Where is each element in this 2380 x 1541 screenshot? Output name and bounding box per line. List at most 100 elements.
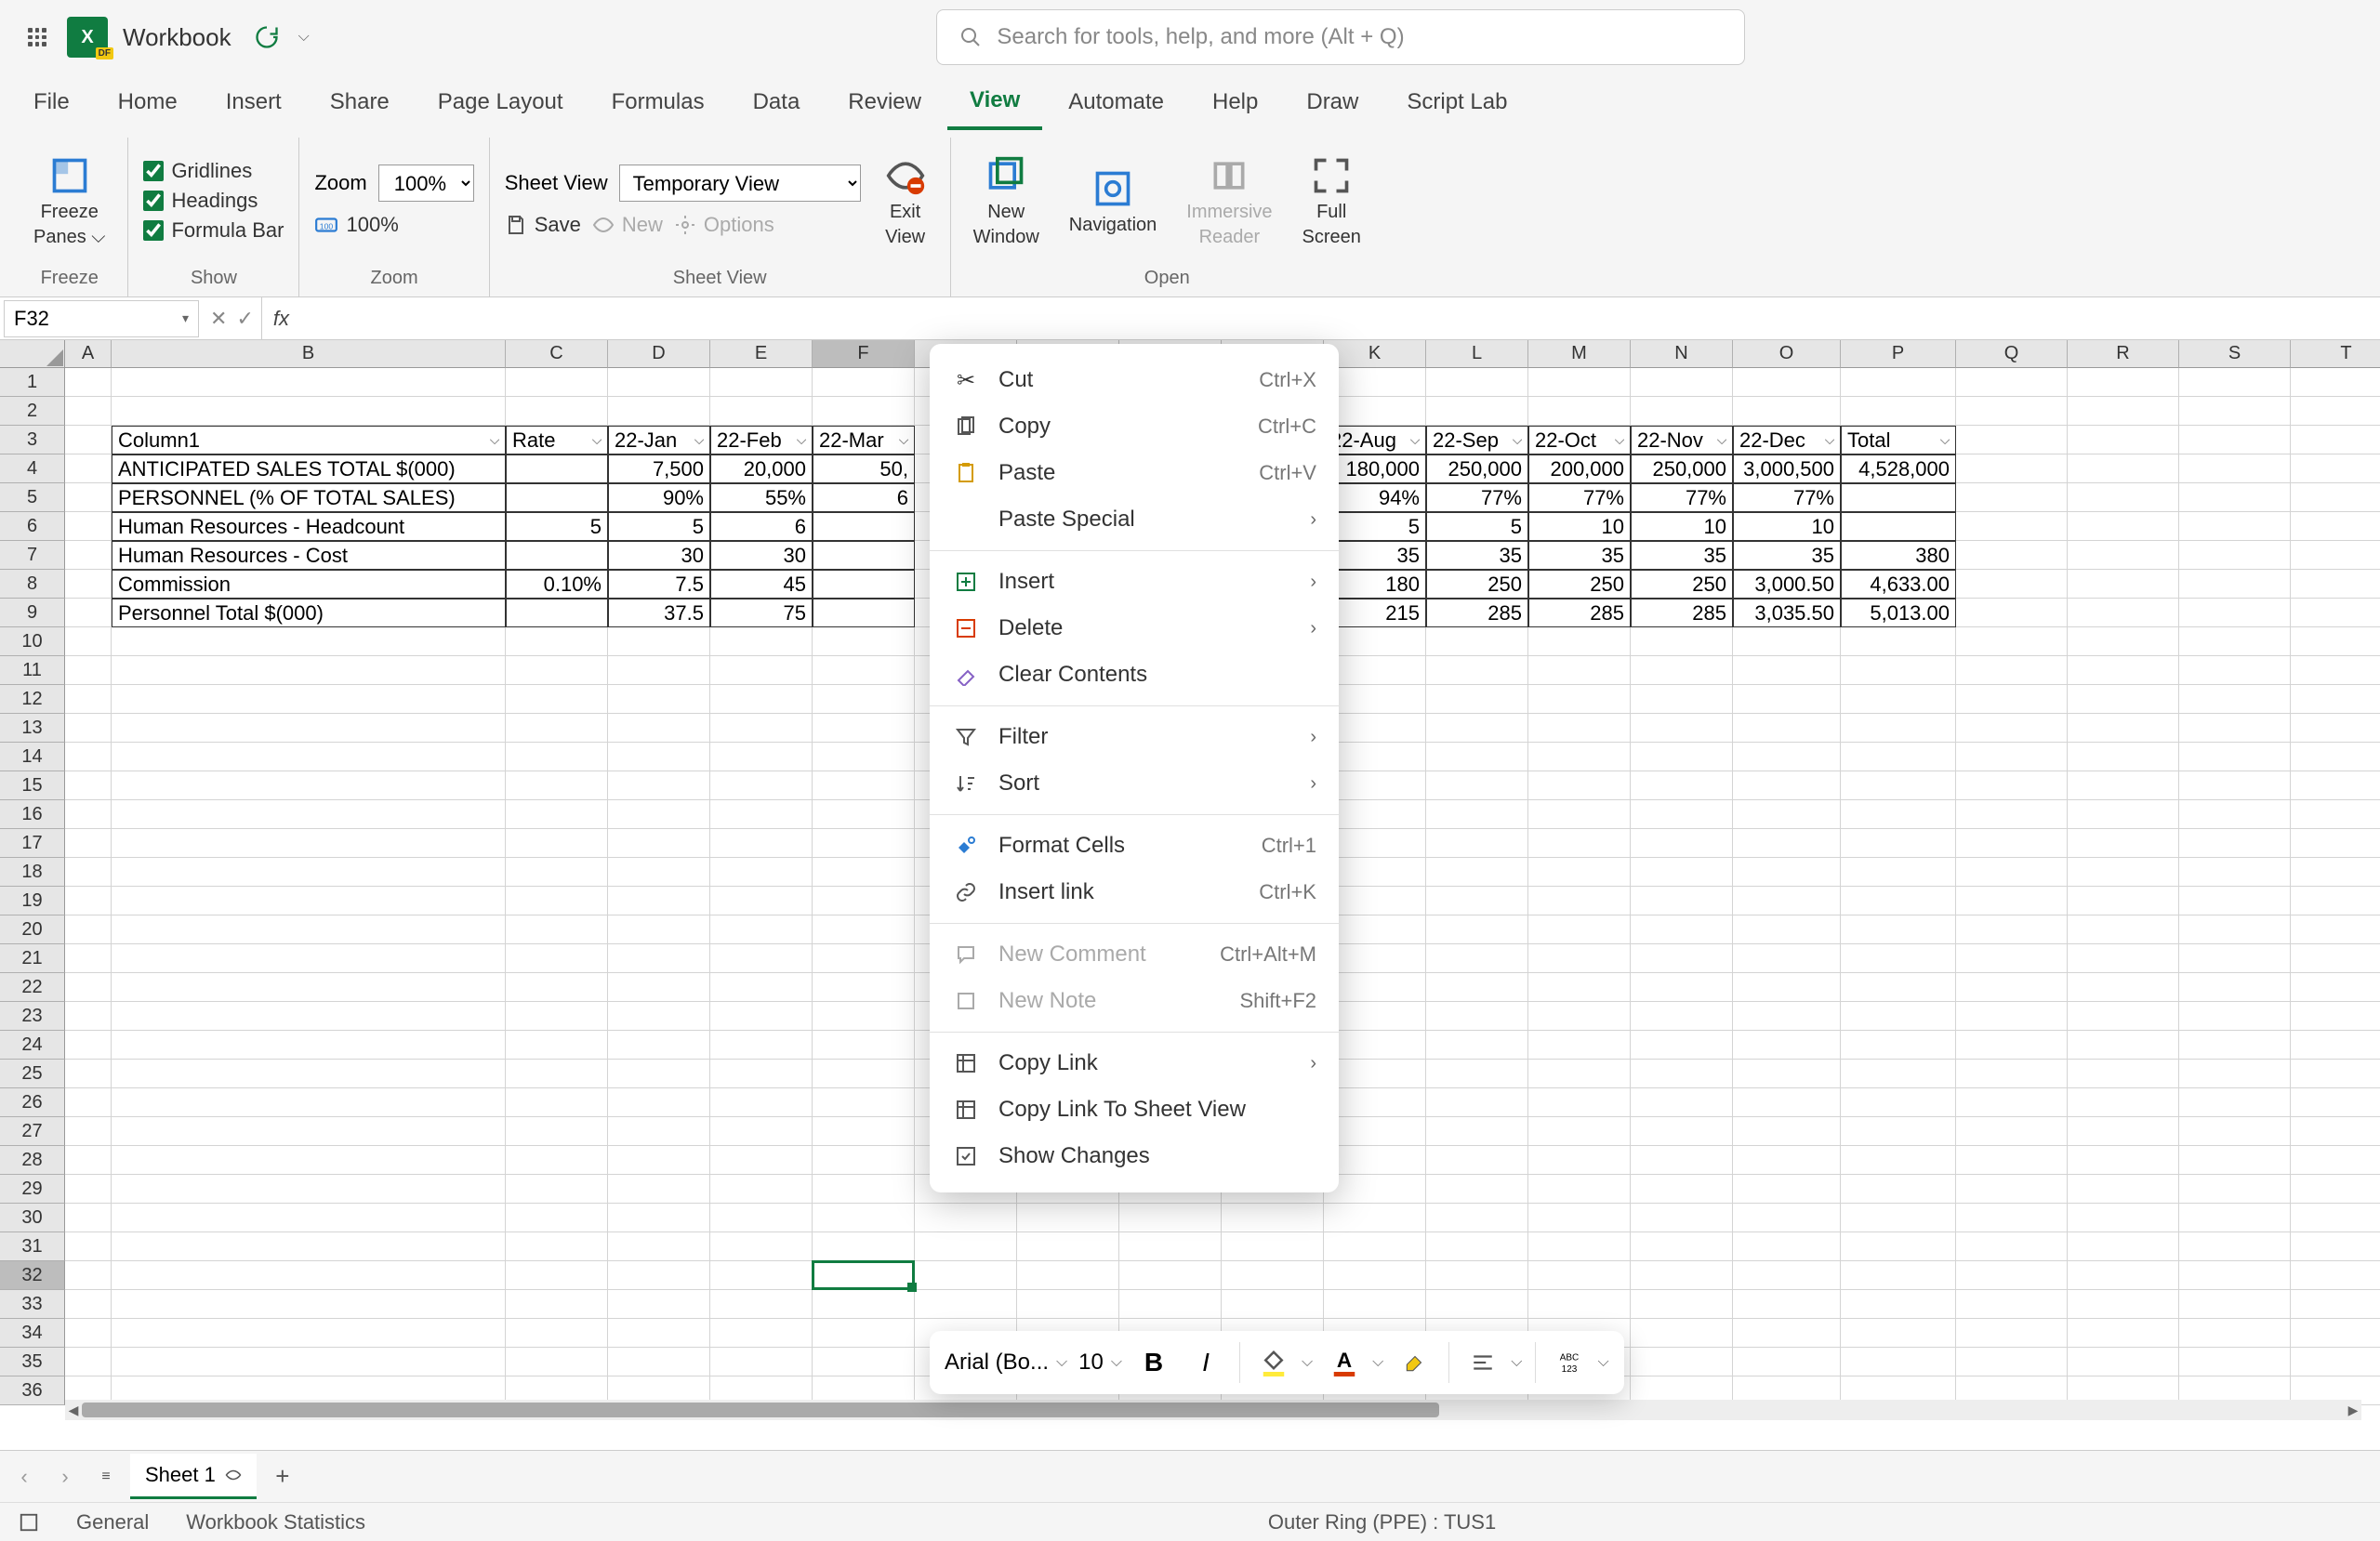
col-header-E[interactable]: E [710,340,813,368]
cell-D4[interactable]: 7,500 [608,454,710,483]
col-header-Q[interactable]: Q [1956,340,2068,368]
cell-L13[interactable] [1426,714,1528,743]
cell-L28[interactable] [1426,1146,1528,1175]
row-header-33[interactable]: 33 [0,1290,65,1319]
filter-dropdown-icon[interactable]: ⌵ [1509,432,1526,449]
filter-dropdown-icon[interactable]: ⌵ [1821,432,1838,449]
cell-T12[interactable] [2291,685,2380,714]
cell-K32[interactable] [1324,1261,1426,1290]
cell-A4[interactable] [65,454,112,483]
fx-icon[interactable]: fx [262,307,300,331]
col-header-A[interactable]: A [65,340,112,368]
cell-F24[interactable] [813,1031,915,1060]
cell-B29[interactable] [112,1175,506,1204]
cell-M3[interactable]: 22-Oct⌵ [1528,426,1631,454]
cell-P6[interactable] [1841,512,1956,541]
cell-M13[interactable] [1528,714,1631,743]
cell-O32[interactable] [1733,1261,1841,1290]
cell-D35[interactable] [608,1348,710,1376]
cell-E3[interactable]: 22-Feb⌵ [710,426,813,454]
cell-K8[interactable]: 180 [1324,570,1426,599]
cell-J33[interactable] [1222,1290,1324,1319]
navigation-button[interactable]: Navigation [1062,163,1165,240]
cell-P18[interactable] [1841,858,1956,887]
cell-K19[interactable] [1324,887,1426,915]
cell-F28[interactable] [813,1146,915,1175]
sheetview-status-icon[interactable] [19,1512,39,1533]
cm-insert[interactable]: Insert› [930,559,1339,605]
cell-L11[interactable] [1426,656,1528,685]
cell-K33[interactable] [1324,1290,1426,1319]
row-header-7[interactable]: 7 [0,541,65,570]
cell-O21[interactable] [1733,944,1841,973]
cell-Q10[interactable] [1956,627,2068,656]
full-screen-button[interactable]: FullScreen [1295,150,1368,252]
cell-I32[interactable] [1119,1261,1222,1290]
sheet-nav-next[interactable]: › [48,1460,82,1494]
cell-E25[interactable] [710,1060,813,1088]
accept-formula-icon[interactable]: ✓ [236,307,253,331]
cell-E9[interactable]: 75 [710,599,813,627]
cell-D5[interactable]: 90% [608,483,710,512]
cell-Q8[interactable] [1956,570,2068,599]
cell-L30[interactable] [1426,1204,1528,1232]
cell-A22[interactable] [65,973,112,1002]
cell-M17[interactable] [1528,829,1631,858]
filter-dropdown-icon[interactable]: ⌵ [1611,432,1628,449]
zoom-select[interactable]: 100% [378,165,474,202]
cell-M33[interactable] [1528,1290,1631,1319]
cell-M11[interactable] [1528,656,1631,685]
cell-O26[interactable] [1733,1088,1841,1117]
cell-C26[interactable] [506,1088,608,1117]
cell-A30[interactable] [65,1204,112,1232]
cell-D34[interactable] [608,1319,710,1348]
horizontal-scrollbar[interactable]: ◀ ▶ [65,1400,2361,1420]
cell-E18[interactable] [710,858,813,887]
cell-R32[interactable] [2068,1261,2179,1290]
cm-sort[interactable]: Sort› [930,760,1339,807]
col-header-O[interactable]: O [1733,340,1841,368]
cell-D26[interactable] [608,1088,710,1117]
cm-insert-link[interactable]: Insert linkCtrl+K [930,869,1339,915]
cell-N13[interactable] [1631,714,1733,743]
filter-dropdown-icon[interactable]: ⌵ [691,432,707,449]
cell-C13[interactable] [506,714,608,743]
cell-L16[interactable] [1426,800,1528,829]
row-header-11[interactable]: 11 [0,656,65,685]
cell-R6[interactable] [2068,512,2179,541]
row-header-32[interactable]: 32 [0,1261,65,1290]
row-header-30[interactable]: 30 [0,1204,65,1232]
cell-L24[interactable] [1426,1031,1528,1060]
cell-B27[interactable] [112,1117,506,1146]
cell-Q4[interactable] [1956,454,2068,483]
cell-M15[interactable] [1528,771,1631,800]
cell-C17[interactable] [506,829,608,858]
cell-T17[interactable] [2291,829,2380,858]
cell-B19[interactable] [112,887,506,915]
col-header-D[interactable]: D [608,340,710,368]
cell-K10[interactable] [1324,627,1426,656]
cell-B11[interactable] [112,656,506,685]
cell-S1[interactable] [2179,368,2291,397]
cell-E20[interactable] [710,915,813,944]
cell-L27[interactable] [1426,1117,1528,1146]
cell-K31[interactable] [1324,1232,1426,1261]
cell-K14[interactable] [1324,743,1426,771]
cell-K11[interactable] [1324,656,1426,685]
cell-O9[interactable]: 3,035.50 [1733,599,1841,627]
formula-input[interactable] [300,297,2380,339]
cell-T32[interactable] [2291,1261,2380,1290]
cell-A24[interactable] [65,1031,112,1060]
cell-C7[interactable] [506,541,608,570]
tab-share[interactable]: Share [308,76,412,128]
cell-C4[interactable] [506,454,608,483]
cell-F3[interactable]: 22-Mar⌵ [813,426,915,454]
cell-C18[interactable] [506,858,608,887]
cell-E10[interactable] [710,627,813,656]
cell-S29[interactable] [2179,1175,2291,1204]
row-header-29[interactable]: 29 [0,1175,65,1204]
cell-Q30[interactable] [1956,1204,2068,1232]
cell-R26[interactable] [2068,1088,2179,1117]
cell-K6[interactable]: 5 [1324,512,1426,541]
cell-A19[interactable] [65,887,112,915]
